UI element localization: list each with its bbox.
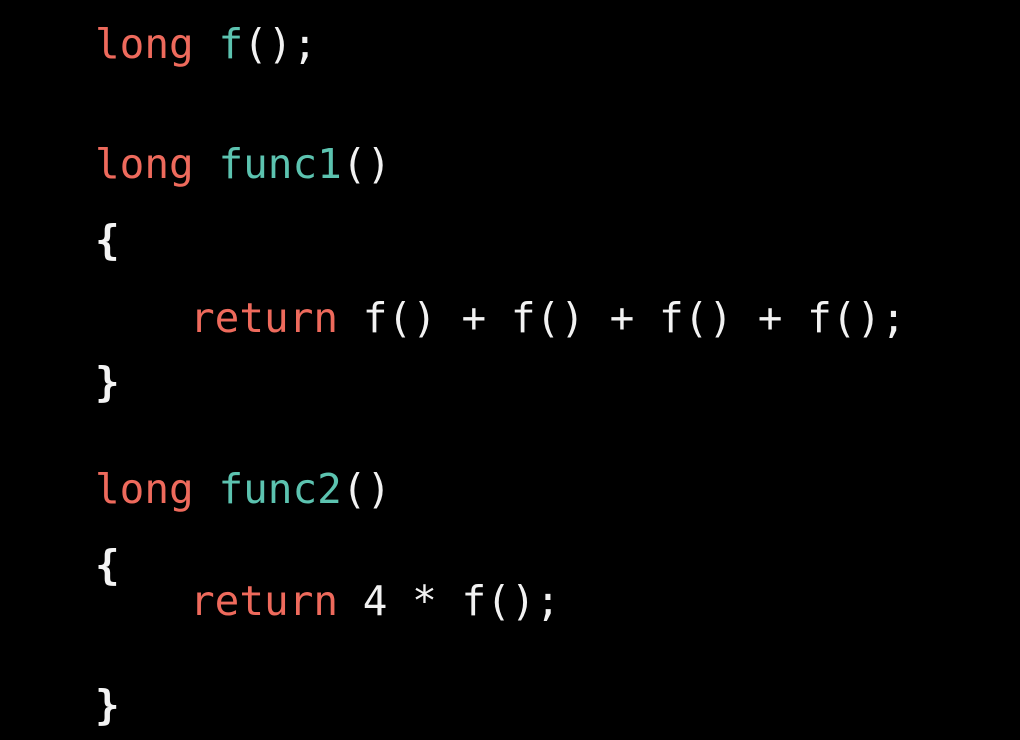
keyword-return: return — [190, 294, 339, 342]
declaration-rest: (); — [243, 20, 318, 68]
code-line-func1-return: return f() + f() + f() + f(); — [190, 294, 906, 342]
func1-return-expression: f() + f() + f() + f(); — [362, 294, 906, 342]
function-name-func1: func1 — [218, 140, 342, 188]
code-line-func1-signature: long func1() — [95, 140, 391, 188]
func2-open-brace: { — [95, 541, 120, 589]
func2-params: () — [341, 465, 392, 513]
keyword-long: long — [95, 465, 194, 513]
code-line-func2-return: return 4 * f(); — [190, 577, 560, 625]
func1-close-brace: } — [95, 358, 120, 406]
code-line-f-declaration: long f(); — [95, 20, 317, 68]
func1-open-brace: { — [95, 216, 120, 264]
keyword-return: return — [190, 577, 339, 625]
func1-params: () — [341, 140, 392, 188]
keyword-long: long — [95, 20, 194, 68]
function-name-f: f — [218, 20, 244, 68]
code-line-func2-signature: long func2() — [95, 465, 391, 513]
keyword-long: long — [95, 140, 194, 188]
func2-close-brace: } — [95, 681, 120, 729]
code-view: long f(); long func1() { return f() + f(… — [0, 0, 1020, 740]
func2-return-expression: 4 * f(); — [362, 577, 561, 625]
function-name-func2: func2 — [218, 465, 342, 513]
